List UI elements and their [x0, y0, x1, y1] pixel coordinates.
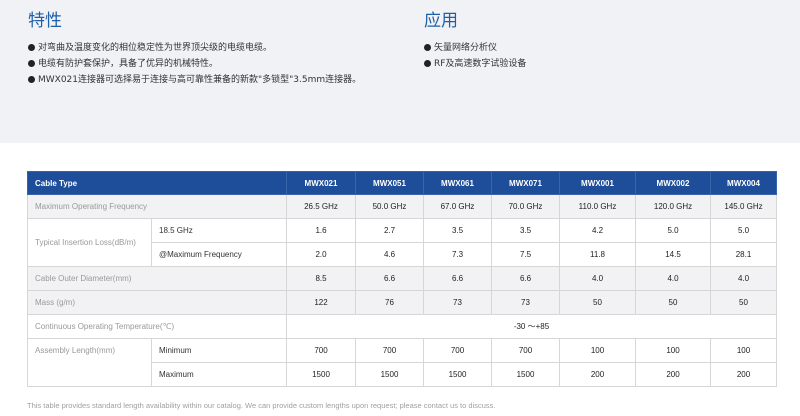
- table-cell: 1.6: [286, 218, 356, 243]
- table-cell: 26.5 GHz: [286, 194, 356, 219]
- table-cell: 28.1: [710, 242, 777, 267]
- bullet-icon: [28, 76, 35, 83]
- table-cell: 200: [710, 362, 777, 387]
- table-cell: 100: [635, 338, 711, 363]
- table-cell: 1500: [423, 362, 492, 387]
- table-row-insertion-loss-18: Typical Insertion Loss(dB/m) 18.5 GHz 1.…: [27, 218, 777, 267]
- table-cell: 1500: [355, 362, 424, 387]
- header-model: MWX021: [286, 171, 356, 195]
- features-panel: 特性 对弯曲及温度变化的相位稳定性为世界顶尖级的电缆电缆。 电缆有防护套保护，具…: [0, 0, 800, 143]
- header-model: MWX001: [559, 171, 636, 195]
- bullet-icon: [424, 44, 431, 51]
- table-cell: 50: [635, 290, 711, 315]
- table-cell: 110.0 GHz: [559, 194, 636, 219]
- list-item: 对弯曲及温度变化的相位稳定性为世界顶尖级的电缆电缆。: [28, 40, 361, 56]
- header-model: MWX002: [635, 171, 711, 195]
- table-cell: 67.0 GHz: [423, 194, 492, 219]
- row-label: Typical Insertion Loss(dB/m): [27, 218, 152, 267]
- table-cell: 200: [559, 362, 636, 387]
- features-list: 对弯曲及温度变化的相位稳定性为世界顶尖级的电缆电缆。 电缆有防护套保护，具备了优…: [28, 40, 361, 88]
- row-sublabel: @Maximum Frequency: [151, 242, 287, 267]
- table-header-row: Cable Type MWX021 MWX051 MWX061 MWX071 M…: [27, 171, 777, 195]
- bullet-icon: [424, 60, 431, 67]
- row-label: Maximum Operating Frequency: [27, 194, 287, 219]
- table-cell: 50: [559, 290, 636, 315]
- row-label: Mass (g/m): [27, 290, 287, 315]
- table-cell: 2.0: [286, 242, 356, 267]
- table-cell: 7.5: [491, 242, 560, 267]
- list-item: 矢量网络分析仪: [424, 40, 526, 56]
- table-cell: 73: [491, 290, 560, 315]
- table-row-outer-diameter: Cable Outer Diameter(mm) 8.5 6.6 6.6 6.6…: [27, 266, 777, 291]
- table-cell: 73: [423, 290, 492, 315]
- table-cell: 700: [286, 338, 356, 363]
- table-cell: 7.3: [423, 242, 492, 267]
- table-cell: 50: [710, 290, 777, 315]
- spec-table: Cable Type MWX021 MWX051 MWX061 MWX071 M…: [27, 171, 777, 387]
- table-cell: 3.5: [491, 218, 560, 243]
- table-cell: 14.5: [635, 242, 711, 267]
- table-cell: 8.5: [286, 266, 356, 291]
- header-cable-type: Cable Type: [27, 171, 287, 195]
- row-sublabel: Maximum: [151, 362, 287, 387]
- table-cell: 3.5: [423, 218, 492, 243]
- table-cell: -30 ～+85: [286, 314, 777, 339]
- table-cell: 145.0 GHz: [710, 194, 777, 219]
- table-row-max-frequency: Maximum Operating Frequency 26.5 GHz 50.…: [27, 194, 777, 219]
- table-cell: 122: [286, 290, 356, 315]
- table-cell: 11.8: [559, 242, 636, 267]
- table-cell: 6.6: [423, 266, 492, 291]
- bullet-icon: [28, 44, 35, 51]
- header-model: MWX051: [355, 171, 424, 195]
- header-model: MWX071: [491, 171, 560, 195]
- list-item: 电缆有防护套保护，具备了优异的机械特性。: [28, 56, 361, 72]
- applications-title: 应用: [424, 11, 458, 31]
- table-row-assembly-min: Assembly Length(mm) Minimum 700 700 700 …: [27, 338, 777, 387]
- features-title: 特性: [28, 11, 62, 31]
- table-cell: 5.0: [710, 218, 777, 243]
- table-cell: 6.6: [355, 266, 424, 291]
- table-cell: 4.0: [635, 266, 711, 291]
- row-label: Continuous Operating Temperature(℃): [27, 314, 287, 339]
- table-row-temperature: Continuous Operating Temperature(℃) -30 …: [27, 314, 777, 339]
- table-cell: 2.7: [355, 218, 424, 243]
- row-sublabel: 18.5 GHz: [151, 218, 287, 243]
- table-cell: 76: [355, 290, 424, 315]
- table-cell: 1500: [286, 362, 356, 387]
- table-cell: 4.2: [559, 218, 636, 243]
- header-model: MWX004: [710, 171, 777, 195]
- row-sublabel: Minimum: [151, 338, 287, 363]
- list-item: RF及高速数字试验设备: [424, 56, 526, 72]
- table-cell: 700: [423, 338, 492, 363]
- table-cell: 4.0: [710, 266, 777, 291]
- bullet-icon: [28, 60, 35, 67]
- table-row-mass: Mass (g/m) 122 76 73 73 50 50 50: [27, 290, 777, 315]
- row-label: Cable Outer Diameter(mm): [27, 266, 287, 291]
- applications-list: 矢量网络分析仪 RF及高速数字试验设备: [424, 40, 526, 72]
- table-cell: 70.0 GHz: [491, 194, 560, 219]
- header-model: MWX061: [423, 171, 492, 195]
- table-cell: 200: [635, 362, 711, 387]
- table-footnote: This table provides standard length avai…: [27, 401, 496, 410]
- row-label: Assembly Length(mm): [27, 338, 152, 387]
- table-cell: 4.0: [559, 266, 636, 291]
- table-cell: 5.0: [635, 218, 711, 243]
- table-cell: 50.0 GHz: [355, 194, 424, 219]
- table-cell: 700: [491, 338, 560, 363]
- table-cell: 100: [559, 338, 636, 363]
- table-cell: 700: [355, 338, 424, 363]
- table-cell: 100: [710, 338, 777, 363]
- list-item: MWX021连接器可选择易于连接与高可靠性兼备的新款"多锁型"3.5mm连接器。: [28, 72, 361, 88]
- table-cell: 120.0 GHz: [635, 194, 711, 219]
- table-cell: 6.6: [491, 266, 560, 291]
- table-cell: 4.6: [355, 242, 424, 267]
- table-cell: 1500: [491, 362, 560, 387]
